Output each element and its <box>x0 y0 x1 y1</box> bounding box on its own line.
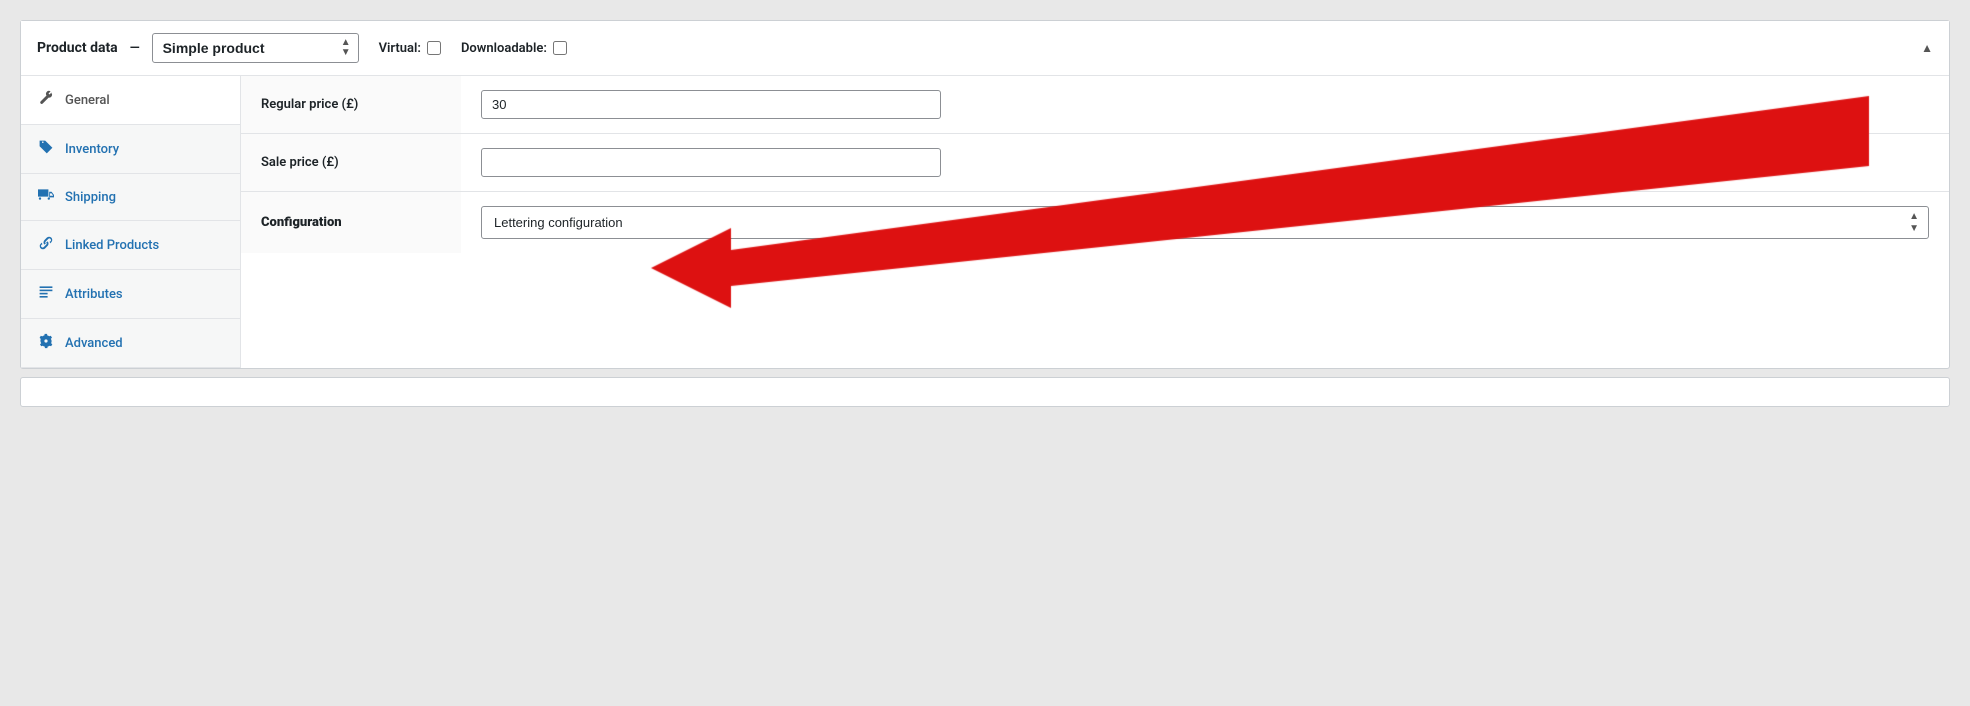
virtual-checkbox-group: Virtual: <box>379 41 441 56</box>
regular-price-row: Regular price (£) <box>241 76 1949 134</box>
configuration-row: Configuration Lettering configuration ▲▼ <box>241 192 1949 254</box>
panel-header: Product data — Simple product Grouped pr… <box>21 21 1949 76</box>
regular-price-label: Regular price (£) <box>241 76 461 134</box>
configuration-input-cell: Lettering configuration ▲▼ <box>461 192 1949 254</box>
regular-price-input[interactable] <box>481 90 941 119</box>
configuration-select-wrapper[interactable]: Lettering configuration ▲▼ <box>481 206 1929 239</box>
attributes-icon <box>37 284 55 304</box>
sale-price-label: Sale price (£) <box>241 134 461 192</box>
configuration-select[interactable]: Lettering configuration <box>481 206 1929 239</box>
shipping-label: Shipping <box>65 190 116 205</box>
sidebar-item-advanced[interactable]: Advanced <box>21 319 240 368</box>
product-type-wrapper[interactable]: Simple product Grouped product External/… <box>152 33 359 63</box>
downloadable-label: Downloadable: <box>461 41 547 56</box>
sale-price-row: Sale price (£) <box>241 134 1949 192</box>
general-label: General <box>65 93 110 108</box>
panel-body: General Inventory <box>21 76 1949 368</box>
sidebar: General Inventory <box>21 76 241 368</box>
fields-table: Regular price (£) Sale price (£) Configu… <box>241 76 1949 253</box>
sidebar-item-inventory[interactable]: Inventory <box>21 125 240 174</box>
virtual-checkbox[interactable] <box>427 41 441 55</box>
virtual-label: Virtual: <box>379 41 421 56</box>
sidebar-item-linked-products[interactable]: Linked Products <box>21 221 240 270</box>
sidebar-item-general[interactable]: General <box>21 76 240 125</box>
downloadable-checkbox-group: Downloadable: <box>461 41 567 56</box>
inventory-label: Inventory <box>65 142 119 157</box>
sidebar-item-attributes[interactable]: Attributes <box>21 270 240 319</box>
truck-icon <box>37 188 55 206</box>
header-checkboxes: Virtual: Downloadable: <box>379 41 567 56</box>
main-content: Regular price (£) Sale price (£) Configu… <box>241 76 1949 368</box>
product-type-select[interactable]: Simple product Grouped product External/… <box>152 33 359 63</box>
linked-products-label: Linked Products <box>65 238 159 253</box>
panel-title: Product data <box>37 40 118 56</box>
gear-icon <box>37 333 55 353</box>
sidebar-item-shipping[interactable]: Shipping <box>21 174 240 221</box>
sale-price-input[interactable] <box>481 148 941 177</box>
wrench-icon <box>37 90 55 110</box>
title-dash: — <box>130 41 140 56</box>
collapse-toggle[interactable]: ▲ <box>1921 41 1933 55</box>
bottom-panel <box>20 377 1950 407</box>
sale-price-input-cell <box>461 134 1949 192</box>
panel-body-wrapper: General Inventory <box>21 76 1949 368</box>
advanced-label: Advanced <box>65 336 123 351</box>
tag-icon <box>37 139 55 159</box>
configuration-label: Configuration <box>241 192 461 254</box>
link-icon <box>37 235 55 255</box>
attributes-label: Attributes <box>65 287 123 302</box>
product-data-panel: Product data — Simple product Grouped pr… <box>20 20 1950 369</box>
downloadable-checkbox[interactable] <box>553 41 567 55</box>
regular-price-input-cell <box>461 76 1949 134</box>
